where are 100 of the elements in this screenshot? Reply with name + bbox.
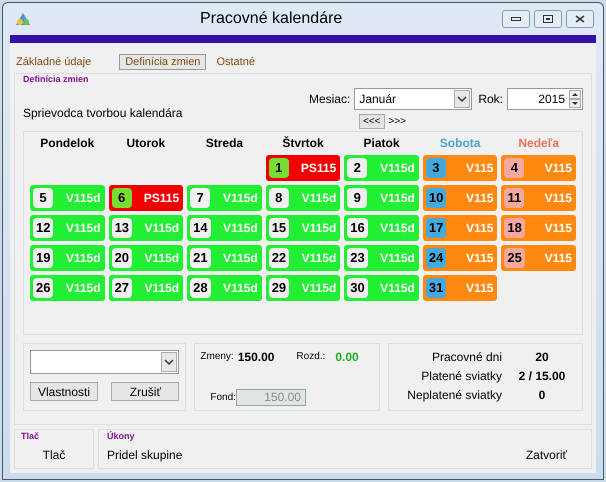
shift-code: V115: [466, 220, 494, 236]
weekday-header: Štvrtok: [281, 134, 325, 152]
next-button[interactable]: >>>: [388, 114, 406, 128]
shift-code: V115d: [223, 220, 258, 236]
day-cell[interactable]: 30 V115d: [344, 274, 419, 300]
day-number: 8: [268, 188, 289, 208]
day-cell[interactable]: 29 V115d: [266, 274, 340, 300]
day-number: 7: [190, 188, 210, 208]
shift-code: V115d: [223, 250, 258, 266]
day-number: 31: [426, 278, 446, 298]
shift-code: PS115: [144, 190, 180, 206]
day-number: 17: [426, 218, 446, 238]
shift-code: V115d: [66, 250, 101, 266]
shift-code: V115d: [144, 220, 180, 236]
day-number: 14: [190, 218, 211, 238]
cancel-button[interactable]: Zrušiť: [111, 382, 180, 400]
shift-code: V115d: [380, 280, 415, 296]
day-number: 15: [268, 218, 290, 238]
previous-button[interactable]: <<<: [358, 114, 384, 128]
day-cell[interactable]: 22 V115d: [266, 244, 340, 270]
day-number: 6: [112, 188, 132, 208]
day-cell[interactable]: 15 V115d: [266, 214, 340, 240]
day-number: 26: [33, 278, 54, 298]
tab[interactable]: Ostatné: [214, 54, 257, 70]
day-cell[interactable]: 1 PS115: [266, 154, 340, 180]
shift-code: V115d: [380, 190, 415, 206]
day-number: 9: [347, 188, 368, 208]
day-number: 23: [347, 248, 368, 268]
day-number: 25: [504, 248, 525, 268]
assign-group-button[interactable]: Pridel skupine: [107, 446, 182, 464]
day-cell[interactable]: 9 V115d: [344, 184, 419, 210]
day-cell[interactable]: 6 PS115: [108, 184, 184, 210]
shift-code: V115d: [144, 280, 180, 296]
tab[interactable]: Základné údaje: [14, 54, 94, 70]
day-cell[interactable]: 11 V115: [501, 184, 576, 210]
weekday-header: Streda: [204, 134, 244, 152]
month-dropdown[interactable]: Január: [354, 88, 472, 110]
day-cell[interactable]: 16 V115d: [344, 214, 419, 240]
shift-code: V115d: [66, 280, 101, 296]
day-cell[interactable]: 25 V115: [501, 244, 576, 270]
weekday-header: Utorok: [126, 134, 166, 152]
summary-value: 0: [538, 386, 546, 404]
day-cell[interactable]: 10 V115: [422, 184, 498, 210]
shift-code: V115: [466, 160, 494, 176]
day-number: 12: [33, 218, 54, 238]
close-icon: [575, 15, 585, 23]
tab[interactable]: Definícia zmien: [119, 54, 206, 70]
day-cell[interactable]: 7 V115d: [187, 184, 262, 210]
app-logo-icon: [15, 12, 31, 26]
day-cell[interactable]: 31 V115: [422, 274, 498, 300]
shift-code: V115: [544, 160, 572, 176]
shift-code: V115: [466, 250, 494, 266]
day-number: 24: [426, 248, 446, 268]
day-cell[interactable]: 23 V115d: [344, 244, 419, 270]
shift-code: V115d: [380, 220, 415, 236]
day-cell[interactable]: 12 V115d: [30, 214, 105, 240]
day-cell[interactable]: 20 V115d: [108, 244, 184, 270]
shift-code: V115d: [302, 280, 336, 296]
day-cell[interactable]: 3 V115: [422, 154, 498, 180]
day-cell[interactable]: 26 V115d: [30, 274, 105, 300]
day-cell[interactable]: 27 V115d: [108, 274, 184, 300]
window-title: Pracovné kalendáre: [200, 9, 342, 29]
group-title: Tlač: [21, 430, 40, 443]
year-label: Rok:: [478, 90, 503, 108]
day-cell[interactable]: 18 V115: [501, 214, 576, 240]
day-cell[interactable]: 4 V115: [501, 154, 576, 180]
weekday-header: Nedeľa: [517, 134, 560, 152]
close-button[interactable]: [566, 10, 594, 28]
day-cell[interactable]: 5 V115d: [30, 184, 105, 210]
shifts-value: 150.00: [238, 348, 274, 366]
close-window-button[interactable]: Zatvoriť: [526, 446, 567, 464]
day-cell[interactable]: 28 V115d: [187, 274, 262, 300]
day-cell[interactable]: 24 V115: [422, 244, 498, 270]
day-cell[interactable]: 14 V115d: [187, 214, 262, 240]
year-spinner[interactable]: 2015: [507, 88, 583, 110]
difference-label: Rozd.:: [296, 350, 326, 364]
day-number: 18: [504, 218, 525, 238]
summary-label: Neplatené sviatky: [406, 386, 502, 404]
maximize-button[interactable]: [534, 10, 562, 28]
print-button[interactable]: Tlač: [21, 446, 87, 464]
minimize-button[interactable]: [502, 10, 530, 28]
shift-code: PS115: [300, 160, 336, 176]
month-label: Mesiac:: [308, 90, 350, 108]
shift-code: V115d: [380, 250, 415, 266]
day-cell[interactable]: 13 V115d: [108, 214, 184, 240]
shift-code: V115: [466, 280, 494, 296]
shifts-label: Zmeny:: [200, 350, 234, 364]
day-cell[interactable]: 19 V115d: [30, 244, 105, 270]
day-number: 19: [33, 248, 54, 268]
day-cell[interactable]: 8 V115d: [266, 184, 340, 210]
day-cell[interactable]: 21 V115d: [187, 244, 262, 270]
day-cell[interactable]: 2 V115d: [344, 154, 419, 180]
day-number: 16: [347, 218, 368, 238]
shift-dropdown[interactable]: [30, 350, 180, 374]
day-number: 22: [268, 248, 290, 268]
shift-code: V115d: [144, 250, 180, 266]
day-cell[interactable]: 17 V115: [422, 214, 498, 240]
properties-button[interactable]: Vlastnosti: [30, 382, 98, 400]
shift-code: V115: [544, 190, 572, 206]
group-title: Definícia zmien: [23, 73, 90, 86]
